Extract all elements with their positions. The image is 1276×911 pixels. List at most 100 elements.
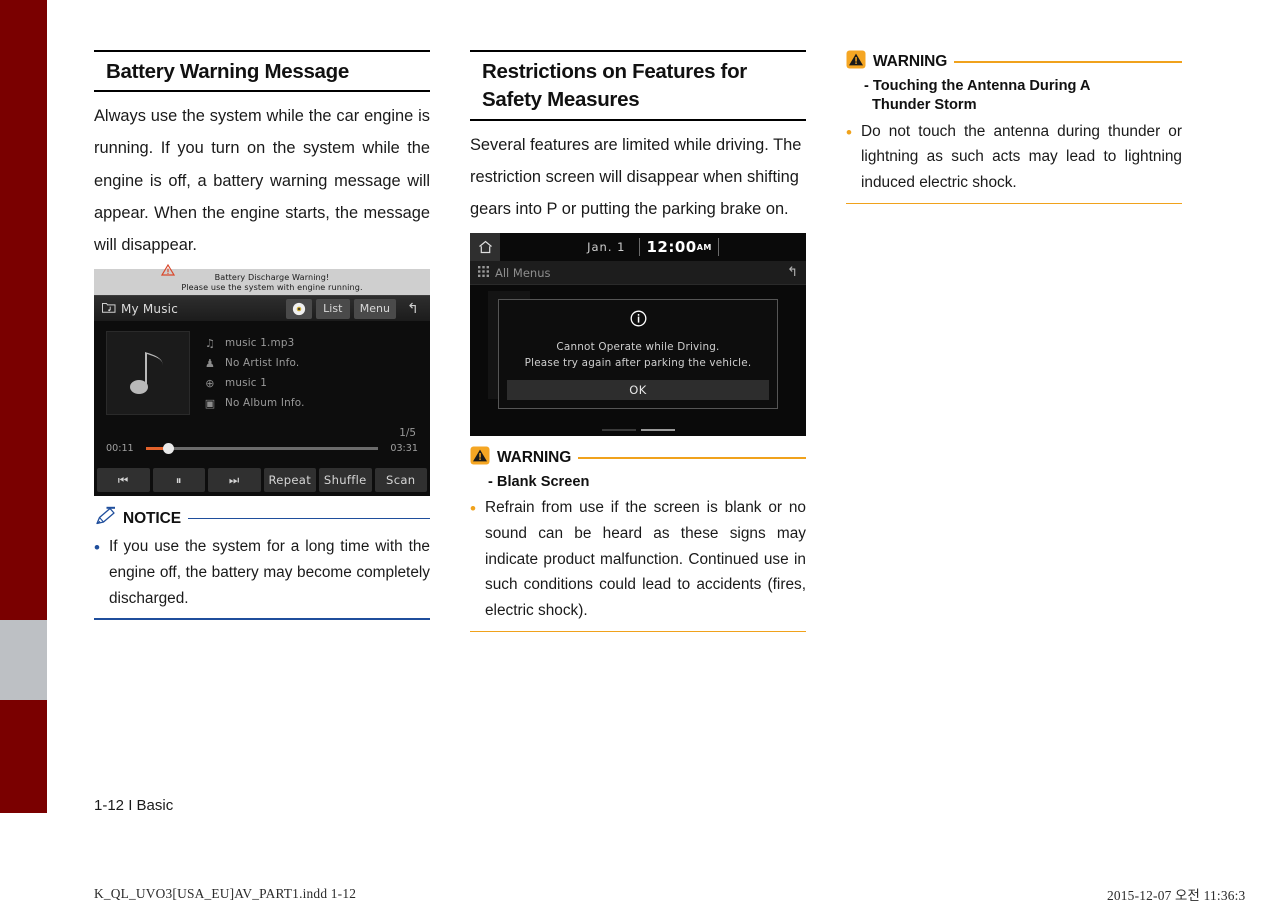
warning-header: WARNING [470,446,806,470]
warning-label: WARNING [497,449,572,467]
seek-slider[interactable] [146,443,378,455]
folder-music-icon [102,301,116,316]
list-item: • Refrain from use if the screen is blan… [470,495,806,624]
list-item: ♟ No Artist Info. [204,353,420,373]
player-source-title: My Music [102,301,282,316]
column-one: Battery Warning Message Always use the s… [94,50,430,620]
restriction-message-line1: Cannot Operate while Driving. [556,341,720,354]
list-item: • Do not touch the antenna during thunde… [846,119,1182,196]
warning-subtitle: - Blank Screen [488,474,590,491]
pencil-icon [94,506,116,531]
warning-footer-rule [470,630,806,633]
notice-rule [187,517,430,520]
page-dot[interactable] [601,429,636,432]
restriction-message-line2: Please try again after parking the vehic… [524,357,752,370]
track-counter: 1/5 [399,427,416,440]
warning-triangle-icon [161,264,176,288]
menu-button[interactable]: Menu [353,298,396,319]
imprint-filename: K_QL_UVO3[USA_EU]AV_PART1.indd 1-12 [94,886,357,901]
warning-subtitle-line1: - Touching the Antenna During A [864,78,1091,94]
body-paragraph-restrictions: Several features are limited while drivi… [470,135,802,218]
page-dot-active[interactable] [640,429,675,432]
warning-bullet-text: Refrain from use if the screen is blank … [485,499,806,620]
list-item: • If you use the system for a long time … [94,534,430,611]
seek-knob[interactable] [162,443,174,455]
warning-rule [578,457,806,459]
track-filename: music 1.mp3 [225,337,295,350]
warning-rule [954,61,1182,63]
seek-row: 00:11 03:31 [106,443,418,455]
track-title: music 1 [225,377,268,390]
page-title: Restrictions on Features for Safety Meas… [482,60,747,112]
player-warning-line2: Please use the system with engine runnin… [181,282,363,293]
page-indicator [470,424,806,437]
body-paragraph-battery: Always use the system while the car engi… [94,107,430,254]
back-icon-button[interactable]: ↰ [400,299,426,319]
player-warning-line1: Battery Discharge Warning! [214,271,330,282]
status-date: Jan. 1 [587,240,626,255]
column-three: WARNING - Touching the Antenna During A … [846,50,1182,205]
grid-menu-icon [478,265,489,280]
next-track-button[interactable]: ⏭ [208,468,261,493]
screenshot-restriction-dialog: Jan. 1 12:00AM All Menus ↰ Cannot Operat… [470,233,806,437]
warning-callout-antenna: WARNING - Touching the Antenna During A … [846,50,1182,205]
status-date-time: Jan. 1 12:00AM [500,238,806,257]
list-item: ⊕ music 1 [204,373,420,393]
bullet-dot: • [846,122,852,142]
notice-callout: NOTICE • If you use the system for a lon… [94,506,430,620]
page-folio: 1-12 I Basic [94,797,174,814]
all-menus-label[interactable]: All Menus [495,266,550,280]
home-icon-button[interactable] [470,233,500,262]
bullet-dot: • [94,538,100,558]
manual-page: Battery Warning Message Always use the s… [0,0,1276,911]
warning-subtitle-line2: Thunder Storm [872,97,977,114]
warning-label: WARNING [873,53,948,70]
notice-footer-rule [94,618,430,620]
warning-bullet-text: Do not touch the antenna during thunder … [861,122,1182,191]
list-button[interactable]: List [315,298,350,319]
previous-track-button[interactable]: ⏮ [97,468,150,493]
player-title-text: My Music [121,301,179,316]
page-title: Battery Warning Message [106,60,349,83]
info-icon [499,310,777,331]
duration-time: 03:31 [390,443,418,455]
binding-chapter-tab [0,620,47,700]
warning-header: WARNING [846,50,1182,74]
player-title-bar: My Music List Menu ↰ [94,295,430,322]
restriction-modal: Cannot Operate while Driving. Please try… [498,299,778,410]
restriction-status-bar: Jan. 1 12:00AM [470,233,806,262]
scan-button[interactable]: Scan [374,468,427,493]
notice-label: NOTICE [123,509,181,527]
repeat-button[interactable]: Repeat [263,468,316,493]
list-item: ▣ No Album Info. [204,393,420,413]
player-seek-area: 1/5 00:11 03:31 [94,427,430,466]
status-clock: 12:00AM [639,238,719,257]
elapsed-time: 00:11 [106,443,134,455]
clock-ampm: AM [696,243,712,253]
section-heading-restrictions: Restrictions on Features for Safety Meas… [470,50,806,121]
warning-footer-rule [846,202,1182,205]
pause-button[interactable]: ⏸ [152,468,205,493]
shuffle-button[interactable]: Shuffle [319,468,372,493]
warning-bullets: • Do not touch the antenna during thunde… [846,119,1182,196]
album-art-placeholder [106,331,190,416]
track-metadata-list: ♫ music 1.mp3 ♟ No Artist Info. ⊕ music … [204,331,420,429]
player-now-playing: ♫ music 1.mp3 ♟ No Artist Info. ⊕ music … [94,321,430,430]
imprint-timestamp: 2015-12-07 오전 11:36:3 [1107,888,1246,903]
restriction-message: Cannot Operate while Driving. Please try… [499,339,777,380]
album-icon: ▣ [204,396,216,410]
section-heading-battery-warning: Battery Warning Message [94,50,430,93]
warning-callout-blank-screen: WARNING - Blank Screen • Refrain from us… [470,446,806,633]
player-warning-text: Battery Discharge Warning! Please use th… [181,272,362,292]
notice-bullet-text: If you use the system for a long time wi… [109,538,430,607]
note-icon: ♫ [204,336,216,350]
ok-button[interactable]: OK [507,380,769,401]
warning-triangle-icon [470,446,490,470]
genre-icon: ⊕ [205,376,215,390]
back-icon-button[interactable]: ↰ [787,265,798,280]
warning-bullets: • Refrain from use if the screen is blan… [470,495,806,624]
disc-icon-button[interactable] [285,298,312,319]
clock-time: 12:00 [646,238,697,257]
screenshot-music-player: Battery Discharge Warning! Please use th… [94,264,430,497]
bullet-dot: • [470,499,476,519]
